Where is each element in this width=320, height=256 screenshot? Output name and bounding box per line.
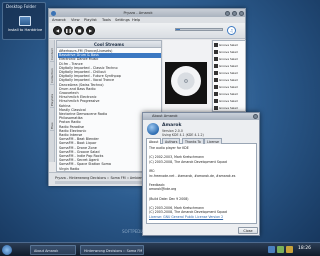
side-tabs: Context Collection Playlists Files bbox=[49, 40, 55, 162]
volume-tray-icon[interactable] bbox=[286, 246, 293, 253]
mini-list-label: Groove Salad bbox=[219, 106, 238, 110]
tab-playlists-label: Playlists bbox=[50, 93, 54, 106]
mini-list-item[interactable]: Groove Salad bbox=[214, 56, 246, 62]
mini-list-label: Groove Salad bbox=[219, 71, 238, 75]
mini-list-item[interactable]: Groove Salad bbox=[214, 91, 246, 97]
amarok-app-icon[interactable] bbox=[51, 10, 56, 16]
about-version-kde: Using KDE 4.1 (KDE 4.1.2) bbox=[162, 133, 204, 137]
tab-files-label: Files bbox=[50, 122, 54, 129]
window-title: Pryzza - Amarok bbox=[123, 10, 153, 15]
taskbar: About Amarok Hinterwrong Decisions :: So… bbox=[0, 242, 320, 256]
install-to-harddrive-label[interactable]: Install to Harddrive bbox=[5, 28, 45, 32]
transport-toolbar: ◀ ❚❚ ■ ▶ ♫ bbox=[49, 23, 245, 39]
minimize-button[interactable] bbox=[225, 10, 230, 16]
menu-settings[interactable]: Settings bbox=[115, 18, 130, 22]
clock: 18:26 bbox=[298, 246, 311, 251]
stop-icon[interactable]: ■ bbox=[75, 26, 84, 35]
mini-list-item[interactable]: Groove Salad bbox=[214, 49, 246, 55]
mini-list-label: Groove Salad bbox=[219, 50, 238, 54]
track-progress-bar[interactable] bbox=[175, 28, 223, 31]
close-button[interactable] bbox=[239, 10, 244, 16]
thumbnail-icon bbox=[214, 92, 218, 96]
thumbnail-icon bbox=[214, 43, 218, 47]
menu-amarok[interactable]: Amarok bbox=[52, 18, 66, 22]
close-button[interactable]: Close bbox=[238, 227, 258, 234]
battery-tray-icon[interactable] bbox=[277, 246, 284, 253]
mini-list-label: Groove Salad bbox=[219, 85, 238, 89]
tab-files[interactable]: Files bbox=[49, 109, 55, 131]
next-icon[interactable]: ▶ bbox=[86, 26, 95, 35]
thumbnail-icon bbox=[214, 99, 218, 103]
about-close-icon[interactable] bbox=[253, 114, 258, 119]
thumbnail-icon bbox=[214, 71, 218, 75]
mini-list-label: Groove Salad bbox=[219, 78, 238, 82]
tab-context-label: Context bbox=[50, 48, 54, 60]
mini-list-item[interactable]: Groove Salad bbox=[214, 77, 246, 83]
thumbnail-icon bbox=[214, 78, 218, 82]
about-dialog-title: About Amarok bbox=[152, 114, 178, 118]
menu-playlist[interactable]: Playlist bbox=[84, 18, 97, 22]
panel-title: Cool Streams bbox=[57, 41, 161, 48]
mini-list-label: Groove Salad bbox=[219, 92, 238, 96]
mini-list-item[interactable]: Groove Salad bbox=[214, 63, 246, 69]
mini-list-item[interactable]: Groove Salad bbox=[214, 105, 246, 111]
kde-menu-icon[interactable] bbox=[2, 245, 12, 255]
desktop-folder-widget[interactable]: Desktop Folder Install to Harddrive bbox=[2, 2, 46, 40]
menu-view[interactable]: View bbox=[71, 18, 80, 22]
about-dialog: About Amarok Amarok Version 2.0.0 Using … bbox=[142, 112, 260, 236]
network-tray-icon[interactable] bbox=[268, 246, 275, 253]
tab-playlists[interactable]: Playlists bbox=[49, 86, 55, 108]
track-progress-fill bbox=[176, 29, 180, 30]
cd-icon bbox=[171, 66, 201, 96]
album-cover bbox=[165, 62, 207, 104]
task-about-amarok[interactable]: About Amarok bbox=[30, 245, 76, 255]
mini-list-label: Groove Salad bbox=[219, 43, 238, 47]
install-icon[interactable] bbox=[19, 16, 31, 26]
about-titlebar[interactable]: About Amarok bbox=[143, 113, 259, 120]
maximize-button[interactable] bbox=[232, 10, 237, 16]
task-amarok[interactable]: Hinterwrong Decisions :: Soma FM bbox=[80, 245, 144, 255]
thumbnail-icon bbox=[214, 50, 218, 54]
volume-icon[interactable]: ♫ bbox=[227, 26, 236, 35]
about-body: The audio player for KDE (C) 2002-2003, … bbox=[146, 144, 257, 224]
mini-list-item[interactable]: Groove Salad bbox=[214, 70, 246, 76]
menu-tools[interactable]: Tools bbox=[102, 18, 111, 22]
mini-list-label: Groove Salad bbox=[219, 57, 238, 61]
about-text: The audio player for KDE (C) 2002-2003, … bbox=[149, 146, 254, 215]
tab-collection-label: Collection bbox=[50, 68, 54, 83]
tab-context[interactable]: Context bbox=[49, 40, 55, 62]
tab-collection[interactable]: Collection bbox=[49, 63, 55, 85]
window-titlebar[interactable]: Pryzza - Amarok bbox=[49, 9, 245, 17]
mini-list-item[interactable]: Groove Salad bbox=[214, 84, 246, 90]
amarok-logo-icon bbox=[147, 123, 159, 135]
watermark: SOFTPEDIA bbox=[122, 229, 145, 234]
mini-list-item[interactable]: Groove Salad bbox=[214, 98, 246, 104]
thumbnail-icon bbox=[214, 64, 218, 68]
license-link[interactable]: License: GNU General Public License Vers… bbox=[149, 215, 254, 220]
mini-list-item[interactable]: Groove Salad bbox=[214, 42, 246, 48]
previous-icon[interactable]: ◀ bbox=[53, 26, 62, 35]
play-pause-icon[interactable]: ❚❚ bbox=[64, 26, 73, 35]
mini-list-label: Groove Salad bbox=[219, 64, 238, 68]
mini-track-list: Groove Salad Groove Salad Groove Salad Groo… bbox=[212, 40, 246, 112]
thumbnail-icon bbox=[214, 85, 218, 89]
folder-widget-title: Desktop Folder bbox=[6, 4, 37, 9]
about-app-name: Amarok bbox=[162, 123, 182, 128]
mini-list-label: Groove Salad bbox=[219, 99, 238, 103]
menu-help[interactable]: Help bbox=[132, 18, 140, 22]
thumbnail-icon bbox=[214, 106, 218, 110]
thumbnail-icon bbox=[214, 57, 218, 61]
